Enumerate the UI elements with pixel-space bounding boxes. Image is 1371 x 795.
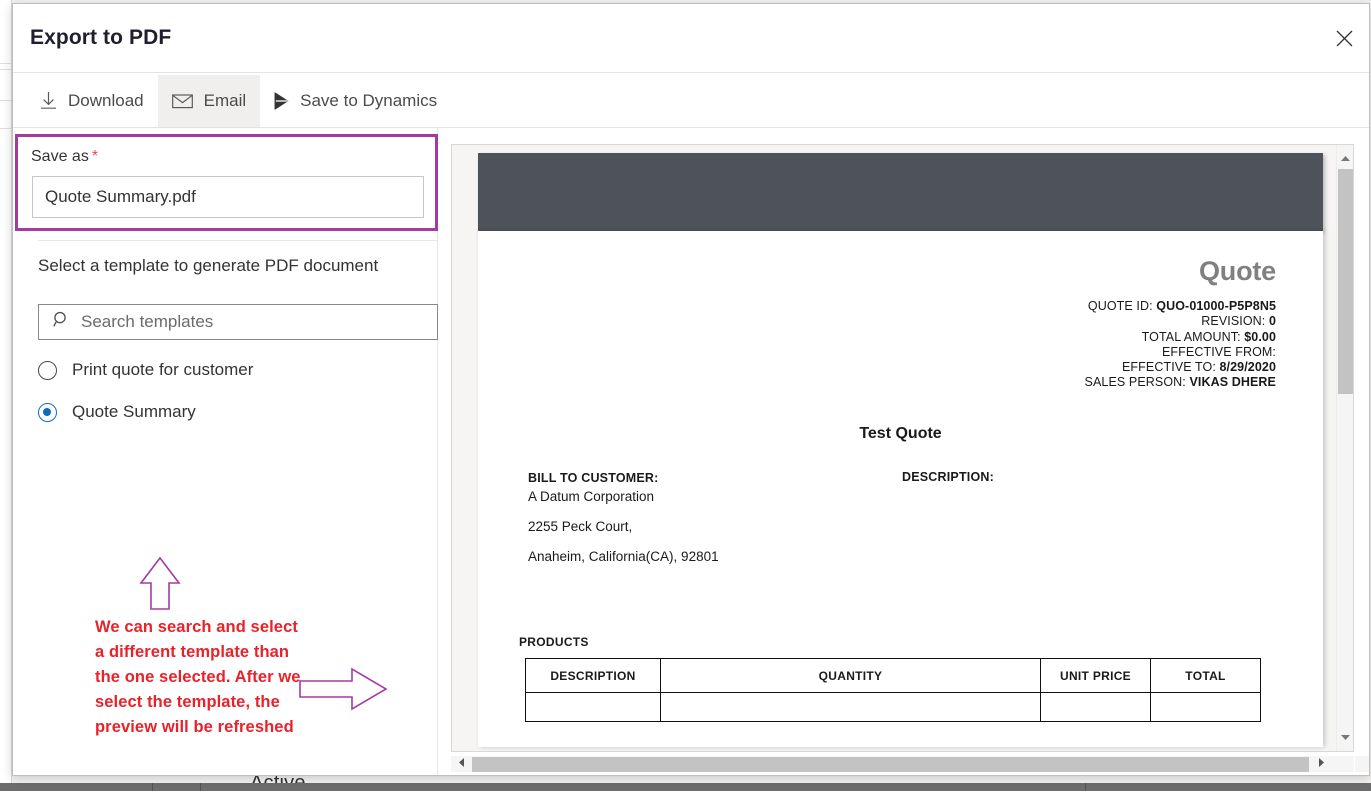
quote-meta-row: QUOTE ID: QUO-01000-P5P8N5 [1085,299,1276,314]
left-settings-panel: Save as* Select a template to generate P… [13,128,438,775]
table-cell [1040,692,1151,722]
table-cell [1150,692,1261,722]
quote-meta-row: REVISION: 0 [1085,314,1276,329]
template-option-label: Print quote for customer [72,360,254,379]
effective-from-label: EFFECTIVE FROM: [1162,344,1276,359]
revision-label: REVISION: [1201,314,1266,329]
pdf-preview-frame: Quote QUOTE ID: QUO-01000-P5P8N5 REVISIO… [451,144,1354,752]
panel-divider [38,240,438,241]
preview-horizontal-scrollbar[interactable] [451,756,1354,772]
scroll-thumb[interactable] [1338,169,1353,394]
preview-vertical-scrollbar[interactable] [1336,145,1353,751]
table-cell [660,692,1041,722]
column-header-description: DESCRIPTION [525,658,661,693]
column-header-total: TOTAL [1150,658,1261,693]
table-cell [525,692,661,722]
quote-meta-row: EFFECTIVE TO: 8/29/2020 [1085,360,1276,375]
scrollbar-corner [1355,756,1369,772]
save-to-dynamics-button[interactable]: Save to Dynamics [260,75,451,127]
email-label: Email [203,90,247,110]
select-template-label: Select a template to generate PDF docume… [38,256,379,275]
arrow-right-icon [298,666,388,717]
arrow-up-icon [138,556,183,616]
download-button[interactable]: Download [26,75,158,127]
quote-meta-row: EFFECTIVE FROM: [1085,345,1276,360]
table-row [525,692,1261,722]
close-button[interactable] [1321,4,1367,72]
download-icon [40,91,57,110]
quote-meta-block: QUOTE ID: QUO-01000-P5P8N5 REVISION: 0 T… [1085,299,1276,391]
background-bottom-bar [0,783,1371,791]
send-icon [274,91,289,110]
pdf-page: Quote QUOTE ID: QUO-01000-P5P8N5 REVISIO… [478,231,1323,747]
save-as-label: Save as * [31,148,99,165]
search-icon [53,311,70,333]
download-label: Download [68,90,144,110]
close-icon [1321,30,1367,47]
bill-to-line: A Datum Corporation [528,489,655,504]
email-button[interactable]: Email [157,74,261,127]
annotation-text: We can search and select a different tem… [95,618,301,736]
search-templates-box[interactable] [38,304,438,340]
template-option-label: Quote Summary [72,402,196,421]
column-header-quantity: QUANTITY [660,658,1041,693]
pdf-preview-panel: Quote QUOTE ID: QUO-01000-P5P8N5 REVISIO… [439,128,1369,775]
save-as-highlight-group: Save as * [15,134,438,231]
radio-icon [38,360,57,380]
template-option-print-quote[interactable]: Print quote for customer [38,360,253,380]
products-label: PRODUCTS [519,635,589,649]
quote-doc-title: Quote [1199,256,1276,286]
dialog-title-bar: Export to PDF [13,4,1369,73]
caret-down-icon [1340,728,1351,746]
bill-to-line: Anaheim, California(CA), 92801 [528,549,719,564]
total-amount-value: $0.00 [1244,329,1276,344]
caret-right-icon [1318,755,1325,773]
effective-to-value: 8/29/2020 [1219,360,1276,375]
effective-to-label: EFFECTIVE TO: [1121,360,1216,375]
total-amount-label: TOTAL AMOUNT: [1141,329,1241,344]
command-bar: Download Email Save to Dynamics [13,74,1369,128]
save-to-dynamics-label: Save to Dynamics [300,90,438,110]
products-table: DESCRIPTION QUANTITY UNIT PRICE TOTAL [525,658,1261,722]
revision-value: 0 [1268,314,1276,329]
quote-meta-row: TOTAL AMOUNT: $0.00 [1085,330,1276,345]
export-to-pdf-dialog: Export to PDF Download Email Save to Dyn… [12,3,1370,776]
table-header-row: DESCRIPTION QUANTITY UNIT PRICE TOTAL [525,658,1261,693]
sales-person-value: VIKAS DHERE [1189,375,1276,390]
pdf-viewer-header-band [478,153,1323,231]
description-header: DESCRIPTION: [902,470,994,484]
scroll-thumb[interactable] [472,757,1309,772]
bill-to-line: 2255 Peck Court, [528,519,633,534]
caret-left-icon [458,755,465,773]
quote-id-label: QUOTE ID: [1087,299,1153,313]
template-option-quote-summary[interactable]: Quote Summary [38,402,196,422]
sales-person-label: SALES PERSON: [1084,375,1186,390]
required-asterisk: * [91,148,99,165]
quote-id-value: QUO-01000-P5P8N5 [1156,299,1276,313]
bill-to-block: BILL TO CUSTOMER: A Datum Corporation 22… [528,470,719,565]
background-left-strip [0,0,12,791]
scroll-left-button[interactable] [451,756,471,772]
scroll-down-button[interactable] [1337,726,1353,748]
quote-meta-row: SALES PERSON: VIKAS DHERE [1085,375,1276,390]
page-title: Export to PDF [30,26,172,49]
save-as-input[interactable] [32,176,424,218]
scroll-up-button[interactable] [1337,147,1353,169]
quote-name-heading: Test Quote [859,425,942,442]
bill-to-header: BILL TO CUSTOMER: [528,471,659,485]
search-input[interactable] [81,312,411,332]
scroll-right-button[interactable] [1311,756,1331,772]
caret-up-icon [1340,149,1351,167]
column-header-unit-price: UNIT PRICE [1040,658,1151,693]
envelope-icon [171,93,193,109]
radio-selected-icon [38,402,57,422]
